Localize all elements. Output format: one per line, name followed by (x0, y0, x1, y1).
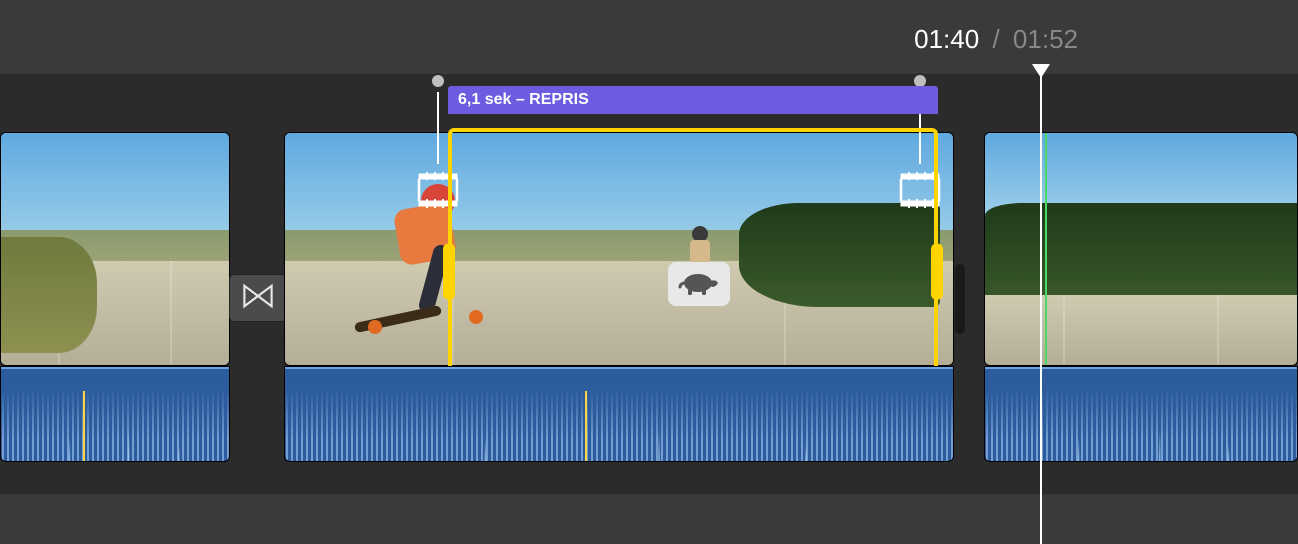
speed-keyframe-handle[interactable] (430, 73, 446, 89)
speed-range-bar[interactable] (992, 79, 1292, 91)
timeline[interactable]: 6,1 sek – REPRIS (0, 74, 1298, 494)
keyframe-connector (437, 92, 439, 164)
audio-waveform[interactable] (984, 366, 1298, 462)
playhead[interactable] (1040, 66, 1042, 544)
timecode-separator: / (992, 24, 999, 54)
clip-edge-scroll-handle[interactable] (955, 264, 965, 334)
audio-track-row (0, 366, 1298, 462)
timecode-current: 01:40 (914, 24, 979, 54)
timecode-display: 01:40 / 01:52 (914, 24, 1078, 55)
timeline-clip[interactable] (0, 132, 230, 366)
audio-waveform[interactable] (0, 366, 230, 462)
transition-cross-dissolve[interactable] (229, 274, 287, 322)
freeze-frame-icon[interactable] (415, 166, 461, 210)
speed-range-bar[interactable] (290, 79, 448, 91)
timeline-clip[interactable] (284, 132, 954, 366)
transition-icon (241, 279, 275, 318)
marker-line (1045, 133, 1047, 365)
audio-waveform[interactable] (284, 366, 954, 462)
timecode-total: 01:52 (1013, 24, 1078, 54)
turtle-icon (678, 267, 720, 302)
slow-motion-indicator[interactable] (668, 262, 730, 306)
freeze-frame-icon[interactable] (897, 166, 943, 210)
timeline-clip[interactable] (984, 132, 1298, 366)
speed-segment-label[interactable]: 6,1 sek – REPRIS (448, 86, 938, 114)
